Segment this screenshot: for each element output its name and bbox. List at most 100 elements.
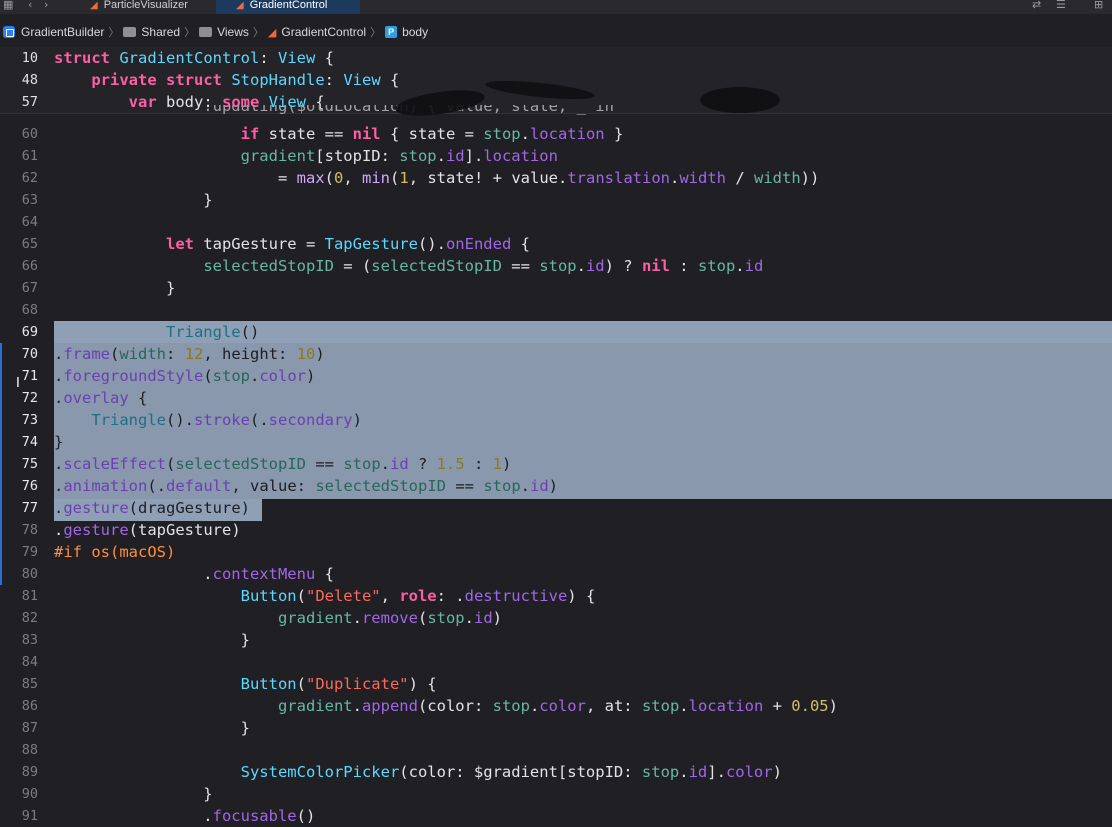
code-line[interactable]: 87 } <box>0 717 1112 739</box>
chevron-right-icon: 〉 <box>370 27 382 39</box>
code-line[interactable]: 75 .scaleEffect(selectedStopID == stop.id… <box>0 453 1112 475</box>
line-number: 65 <box>21 236 38 252</box>
code-text: Triangle() <box>165 323 260 341</box>
folder-icon <box>123 27 137 37</box>
code-text: Triangle().stroke(.secondary) <box>91 411 362 429</box>
code-text: gradient.remove(stop.id) <box>277 609 502 627</box>
breadcrumb-symbol[interactable]: Pbody <box>385 25 428 39</box>
code-editor[interactable]: 60 if state == nil { state = stop.locati… <box>0 47 1112 825</box>
line-number: 82 <box>21 610 38 626</box>
folder-icon <box>199 27 213 37</box>
code-line[interactable]: 81 Button("Delete", role: .destructive) … <box>0 585 1112 607</box>
line-number: 89 <box>21 764 38 780</box>
code-text: struct GradientControl: View { <box>54 49 334 67</box>
code-text: .animation(.default, value: selectedStop… <box>54 477 559 495</box>
code-text: .contextMenu { <box>54 565 334 583</box>
swift-file-icon: ◢ <box>267 26 277 39</box>
line-number: 77 <box>21 500 38 516</box>
refresh-icon[interactable]: ⇄ <box>1032 0 1041 10</box>
code-text: gradient.append(color: stop.color, at: s… <box>277 697 838 715</box>
code-line[interactable]: 80 .contextMenu { <box>0 563 1112 585</box>
grid-icon[interactable]: ▦ <box>3 0 13 10</box>
swift-file-icon: ◢ <box>236 0 244 11</box>
breadcrumb-label: Shared <box>141 25 181 39</box>
code-line[interactable]: 61 gradient[stopID: stop.id].location <box>0 145 1112 167</box>
code-line[interactable]: 73 Triangle().stroke(.secondary) <box>0 409 1112 431</box>
code-line[interactable]: 69 Triangle() <box>0 321 1112 343</box>
code-text: private struct StopHandle: View { <box>91 71 400 89</box>
tab-particle-visualizer[interactable]: ◢ ParticleVisualizer <box>86 0 218 14</box>
code-text: let tapGesture = TapGesture().onEnded { <box>165 235 530 253</box>
code-line[interactable]: 88 <box>0 739 1112 761</box>
breadcrumb-label: Views <box>217 25 249 39</box>
code-text: .gesture(dragGesture) <box>54 499 250 517</box>
breadcrumb-folder-shared[interactable]: Shared <box>123 25 180 39</box>
breadcrumb: GradientBuilder 〉 Shared 〉 Views 〉 ◢ Grad… <box>0 22 1112 42</box>
code-text: Button("Delete", role: .destructive) { <box>240 587 596 605</box>
line-number: 61 <box>21 148 38 164</box>
sticky-code-line[interactable]: 10 struct GradientControl: View { <box>0 47 1112 70</box>
swift-file-icon: ◢ <box>90 0 98 11</box>
code-line[interactable]: 71 .foregroundStyle(stop.color) <box>0 365 1112 387</box>
line-number: 85 <box>21 676 38 692</box>
chevron-right-icon: 〉 <box>108 27 120 39</box>
code-line[interactable]: 63 } <box>0 189 1112 211</box>
line-number: 48 <box>21 72 38 88</box>
code-line[interactable]: 67 } <box>0 277 1112 299</box>
line-number: 68 <box>21 302 38 318</box>
line-number: 63 <box>21 192 38 208</box>
code-line[interactable]: 79 #if os(macOS) <box>0 541 1112 563</box>
line-number: 69 <box>21 324 38 340</box>
code-text: } <box>54 631 250 649</box>
line-number: 90 <box>21 786 38 802</box>
code-text: = max(0, min(1, state! + value.translati… <box>54 169 820 187</box>
code-line[interactable]: 89 SystemColorPicker(color: $gradient[st… <box>0 761 1112 783</box>
list-icon[interactable]: ☰ <box>1056 0 1066 10</box>
breadcrumb-folder-views[interactable]: Views <box>199 25 249 39</box>
code-line[interactable]: 78 .gesture(tapGesture) <box>0 519 1112 541</box>
code-text: .gesture(tapGesture) <box>54 521 241 539</box>
code-line[interactable]: 83 } <box>0 629 1112 651</box>
code-line[interactable]: 60 if state == nil { state = stop.locati… <box>0 123 1112 145</box>
line-number: 83 <box>21 632 38 648</box>
line-number: 81 <box>21 588 38 604</box>
code-line[interactable]: 84 <box>0 651 1112 673</box>
code-line[interactable]: 66 selectedStopID = (selectedStopID == s… <box>0 255 1112 277</box>
forward-arrow-icon[interactable]: › <box>44 0 48 10</box>
line-number: 10 <box>21 50 38 66</box>
code-line[interactable]: 76 .animation(.default, value: selectedSt… <box>0 475 1112 497</box>
line-number: 74 <box>21 434 38 450</box>
line-number: 60 <box>21 126 38 142</box>
code-text: } <box>54 191 213 209</box>
code-text: .focusable() <box>54 807 316 825</box>
breadcrumb-file[interactable]: ◢ GradientControl <box>268 25 366 39</box>
code-line[interactable]: 72 .overlay { <box>0 387 1112 409</box>
code-line[interactable]: 77 .gesture(dragGesture) <box>0 497 1112 519</box>
tab-label: ParticleVisualizer <box>103 0 188 11</box>
code-line[interactable]: 90 } <box>0 783 1112 805</box>
code-line[interactable]: 91 .focusable() <box>0 805 1112 827</box>
line-number: 86 <box>21 698 38 714</box>
code-line[interactable]: 86 gradient.append(color: stop.color, at… <box>0 695 1112 717</box>
code-line[interactable]: 74} <box>0 431 1112 453</box>
add-editor-icon[interactable]: ⊞ <box>1094 0 1103 10</box>
tab-bar: ▦ ‹ › ◢ ParticleVisualizer ◢ GradientContr… <box>0 0 1112 14</box>
text-cursor-icon: I <box>16 376 20 391</box>
breadcrumb-project[interactable]: GradientBuilder <box>0 25 104 39</box>
tab-gradient-control[interactable]: ◢ GradientControl <box>216 0 360 14</box>
tab-label: GradientControl <box>249 0 328 11</box>
code-line[interactable]: 82 gradient.remove(stop.id) <box>0 607 1112 629</box>
code-line[interactable]: 65 let tapGesture = TapGesture().onEnded… <box>0 233 1112 255</box>
back-arrow-icon[interactable]: ‹ <box>28 0 32 10</box>
code-line[interactable]: 85 Button("Duplicate") { <box>0 673 1112 695</box>
code-line[interactable]: 68 <box>0 299 1112 321</box>
line-number: 91 <box>21 808 38 824</box>
line-number: 66 <box>21 258 38 274</box>
chevron-right-icon: 〉 <box>252 27 264 39</box>
line-number: 64 <box>21 214 38 230</box>
code-text: } <box>54 785 213 803</box>
code-line[interactable]: 64 <box>0 211 1112 233</box>
code-line[interactable]: 62 = max(0, min(1, state! + value.transl… <box>0 167 1112 189</box>
code-line[interactable]: 70 .frame(width: 12, height: 10) <box>0 343 1112 365</box>
code-text: } <box>54 433 64 451</box>
